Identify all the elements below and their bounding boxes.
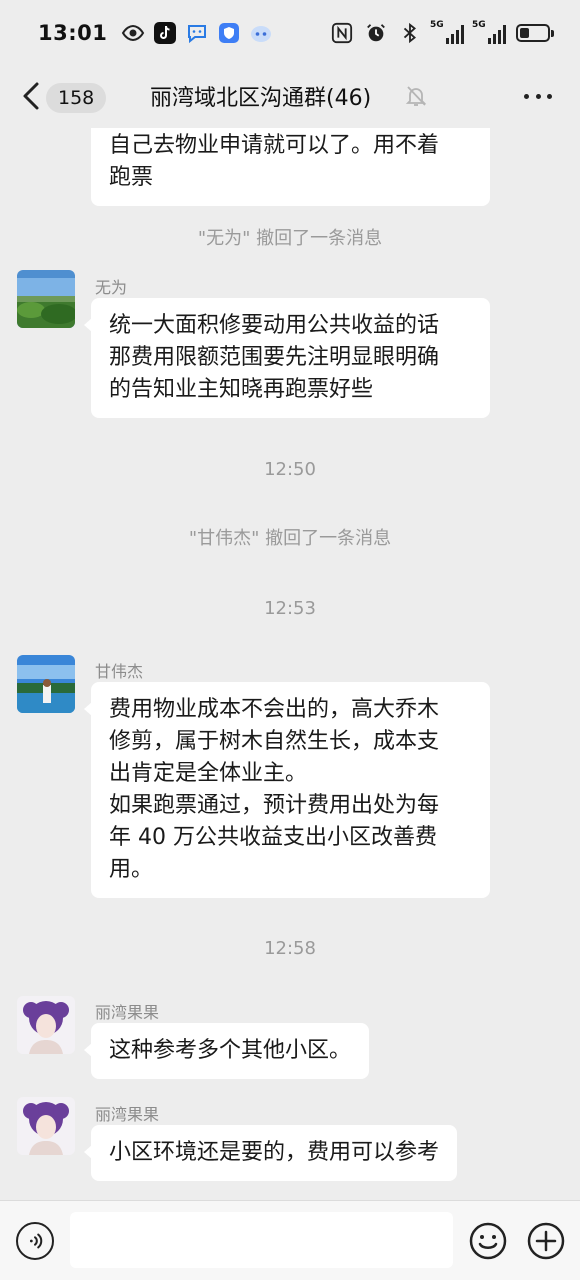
message-bubble[interactable]: 这种参考多个其他小区。 [83, 1023, 370, 1079]
sender-name: 丽湾果果 [95, 1003, 160, 1022]
emoji-icon[interactable] [468, 1221, 508, 1261]
chat-title: 丽湾域北区沟通群(46) [150, 86, 372, 111]
add-more-icon[interactable] [526, 1221, 566, 1261]
signal-strength-icon: 5G [430, 20, 464, 44]
eye-icon [121, 21, 145, 45]
mute-bell-icon [405, 86, 427, 106]
message-text-line: 的告知业主知晓再跑票好些 [109, 377, 374, 402]
message-text-line: 用。 [109, 857, 154, 882]
nfc-icon [330, 21, 354, 45]
alarm-icon [364, 21, 388, 45]
timestamp: 12:58 [264, 938, 316, 959]
message-bubble[interactable]: 小区环境还是要的，费用可以参考 [83, 1125, 458, 1181]
message-text-line: 这种参考多个其他小区。 [109, 1038, 352, 1063]
message-bubble[interactable]: 统一大面积修要动用公共收益的话 那费用限额范围要先注明显眼明确 的告知业主知晓再… [84, 298, 490, 418]
input-bar [0, 1200, 580, 1280]
message-text-line: 小区环境还是要的，费用可以参考 [109, 1140, 440, 1165]
message-bubble[interactable]: 费用物业成本不会出的，高大乔木 修剪，属于树木自然生长，成本支 出肯定是全体业主… [84, 682, 490, 898]
signal-strength-icon-2: 5G [472, 20, 506, 44]
bluetooth-icon [398, 21, 422, 45]
avatar-ganweijie[interactable] [17, 655, 75, 713]
message-text-line: 修剪，属于树木自然生长，成本支 [109, 729, 440, 754]
message-input[interactable] [70, 1212, 453, 1268]
sender-name: 丽湾果果 [95, 1105, 160, 1124]
status-system-icons: 5G 5G [330, 20, 554, 45]
battery-icon [516, 24, 554, 42]
back-arrow-icon[interactable] [20, 80, 44, 112]
timestamp: 12:53 [264, 598, 316, 619]
timestamp: 12:50 [264, 459, 316, 480]
avatar-liwanguoguo[interactable] [17, 1097, 75, 1155]
message-text-line: 年 40 万公共收益支出小区改善费 [109, 825, 437, 850]
message-text-line: 如果跑票通过，预计费用出处为每 [109, 793, 440, 818]
voice-input-icon[interactable] [16, 1222, 54, 1260]
status-notification-icons [121, 21, 273, 45]
message-text-line: 统一大面积修要动用公共收益的话 [109, 313, 440, 338]
avatar-wuwei[interactable] [17, 270, 75, 328]
chat-header: 158 丽湾域北区沟通群(46) [0, 66, 580, 128]
message-bubble[interactable]: 自己去物业申请就可以了。用不着 跑票 [91, 128, 490, 206]
assistant-app-icon [249, 21, 273, 45]
recall-notice: "甘伟杰" 撤回了一条消息 [188, 528, 392, 549]
unread-count-badge[interactable]: 158 [46, 83, 107, 113]
status-bar: 13:01 5G 5G [0, 0, 580, 66]
message-text-line: 费用物业成本不会出的，高大乔木 [109, 697, 440, 722]
status-time: 13:01 [38, 21, 108, 45]
sender-name: 无为 [95, 278, 128, 297]
chat-app-icon [185, 21, 209, 45]
message-text-line: 出肯定是全体业主。 [109, 761, 308, 786]
message-text-line: 那费用限额范围要先注明显眼明确 [109, 345, 440, 370]
avatar-liwanguoguo[interactable] [17, 996, 75, 1054]
more-options-icon[interactable] [524, 86, 552, 106]
recall-notice: "无为" 撤回了一条消息 [197, 228, 383, 249]
message-text-line: 跑票 [109, 165, 154, 190]
message-text-line: 自己去物业申请就可以了。用不着 [109, 133, 440, 158]
shield-app-icon [217, 21, 241, 45]
sender-name: 甘伟杰 [95, 662, 144, 681]
message-list[interactable]: 自己去物业申请就可以了。用不着 跑票 "无为" 撤回了一条消息 无为 统一大面积… [0, 128, 580, 1200]
tiktok-icon [153, 21, 177, 45]
